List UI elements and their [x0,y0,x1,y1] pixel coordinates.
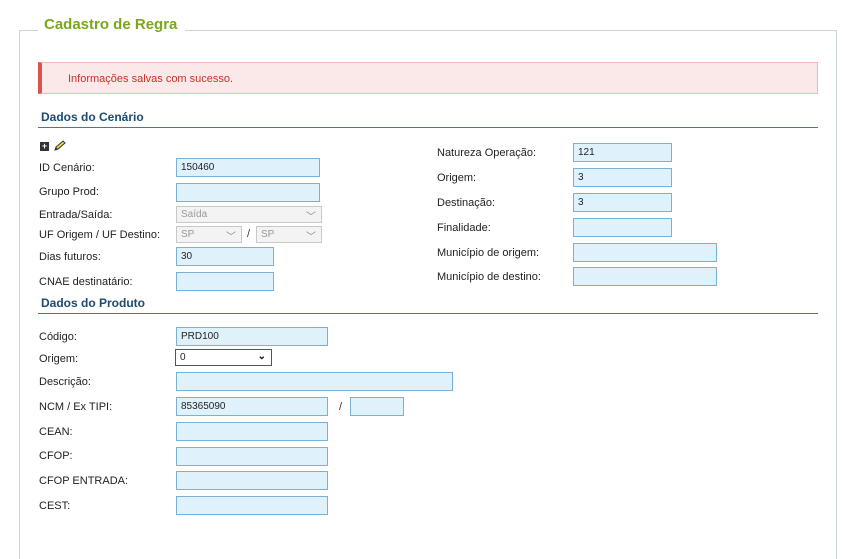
cfop-label: CFOP: [39,450,73,462]
origem-produto-value: 0 [180,352,186,363]
id-cenario-label: ID Cenário: [39,162,95,174]
municipio-origem-label: Município de origem: [437,247,540,259]
entrada-saida-value: Saída [181,209,208,220]
page-title: Cadastro de Regra [38,16,186,33]
origem-cenario-label: Origem: [437,172,477,184]
section-title-scenario: Dados do Cenário [41,110,144,124]
entrada-saida-label: Entrada/Saída: [39,209,113,221]
finalidade-input[interactable] [573,218,672,237]
ncm-label: NCM / Ex TIPI: [39,401,113,413]
cest-input[interactable] [176,496,328,515]
origem-cenario-input[interactable] [573,168,672,187]
uf-origem-select[interactable]: SP ﹀ [176,226,242,243]
section-title-product: Dados do Produto [41,296,145,310]
grupo-prod-input[interactable] [176,183,320,202]
chevron-down-icon: ﹀ [306,212,316,223]
natureza-label: Natureza Operação: [437,147,537,159]
codigo-label: Código: [39,331,77,343]
cnae-label: CNAE destinatário: [39,276,133,288]
ex-tipi-input[interactable] [350,397,404,416]
chevron-down-icon: ⌄ [257,351,266,362]
municipio-origem-input[interactable] [573,243,717,262]
finalidade-label: Finalidade: [437,222,491,234]
section-divider [38,127,818,128]
chevron-down-icon: ﹀ [226,232,236,243]
cfop-entrada-label: CFOP ENTRADA: [39,475,129,487]
uf-label: UF Origem / UF Destino: [39,229,161,241]
natureza-input[interactable] [573,143,672,162]
grupo-prod-label: Grupo Prod: [39,186,99,198]
destinacao-input[interactable] [573,193,672,212]
origem-produto-select[interactable]: 0 ⌄ [175,349,272,366]
ncm-separator: / [339,401,343,413]
alert-message: Informações salvas com sucesso. [68,73,234,85]
uf-destino-select[interactable]: SP ﹀ [256,226,322,243]
cean-label: CEAN: [39,426,73,438]
ncm-input[interactable] [176,397,328,416]
success-alert: Informações salvas com sucesso. [38,62,818,94]
uf-origem-value: SP [181,229,195,240]
descricao-label: Descrição: [39,376,91,388]
cnae-input[interactable] [176,272,274,291]
cfop-entrada-input[interactable] [176,471,328,490]
cfop-input[interactable] [176,447,328,466]
chevron-down-icon: ﹀ [306,232,316,243]
dias-futuros-label: Dias futuros: [39,251,101,263]
cean-input[interactable] [176,422,328,441]
pencil-icon[interactable] [53,140,67,152]
id-cenario-input[interactable] [176,158,320,177]
section-divider [38,313,818,314]
codigo-input[interactable] [176,327,328,346]
uf-separator: / [247,228,251,240]
municipio-destino-label: Município de destino: [437,271,541,283]
plus-box-icon[interactable]: + [40,142,49,151]
destinacao-label: Destinação: [437,197,496,209]
uf-destino-value: SP [261,229,275,240]
cest-label: CEST: [39,500,71,512]
origem-produto-label: Origem: [39,353,79,365]
dias-futuros-input[interactable] [176,247,274,266]
descricao-input[interactable] [176,372,453,391]
municipio-destino-input[interactable] [573,267,717,286]
entrada-saida-select[interactable]: Saída ﹀ [176,206,322,223]
